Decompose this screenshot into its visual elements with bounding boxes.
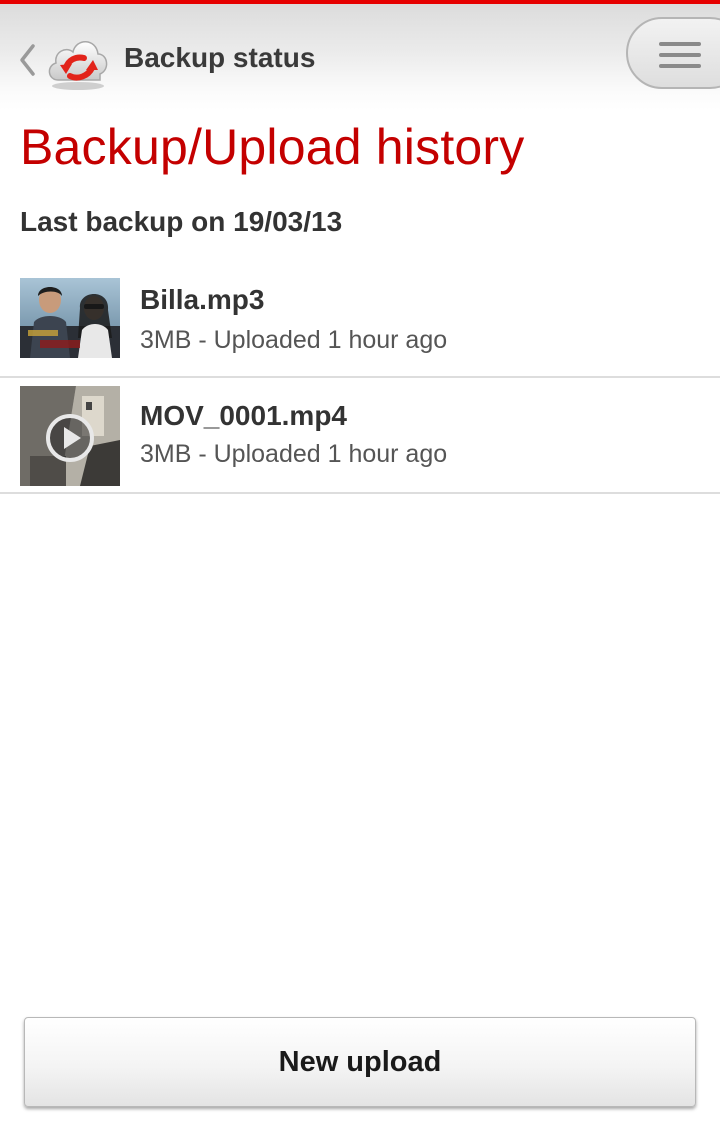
last-backup-date: Last backup on 19/03/13 — [20, 206, 343, 237]
action-bar: Backup status — [0, 4, 720, 110]
cloud-sync-icon[interactable] — [44, 28, 112, 92]
item-name: Billa.mp3 — [140, 284, 265, 315]
item-name: MOV_0001.mp4 — [140, 400, 347, 431]
list-item-billa[interactable]: Billa.mp3 3MB - Uploaded 1 hour ago — [0, 262, 720, 378]
item-meta: 3MB - Uploaded 1 hour ago — [140, 440, 448, 468]
page-title: Backup/Upload history — [20, 119, 525, 175]
hamburger-menu-icon — [659, 42, 701, 68]
play-icon[interactable] — [44, 412, 96, 464]
backup-status-screen: Backup status Backup/Upload history Last… — [0, 0, 720, 1134]
album-art-thumbnail — [20, 278, 120, 358]
chevron-left-icon — [20, 44, 35, 76]
video-thumbnail — [20, 386, 120, 486]
new-upload-button[interactable]: New upload — [24, 1017, 696, 1107]
new-upload-label: New upload — [278, 1045, 442, 1078]
upload-history-list: Billa.mp3 3MB - Uploaded 1 hour ago MOV_… — [0, 262, 720, 494]
item-meta: 3MB - Uploaded 1 hour ago — [140, 326, 448, 354]
back-button[interactable] — [14, 40, 40, 80]
list-item-mov-0001[interactable]: MOV_0001.mp4 3MB - Uploaded 1 hour ago — [0, 378, 720, 494]
menu-button[interactable] — [626, 17, 720, 89]
action-bar-title: Backup status — [124, 42, 316, 73]
